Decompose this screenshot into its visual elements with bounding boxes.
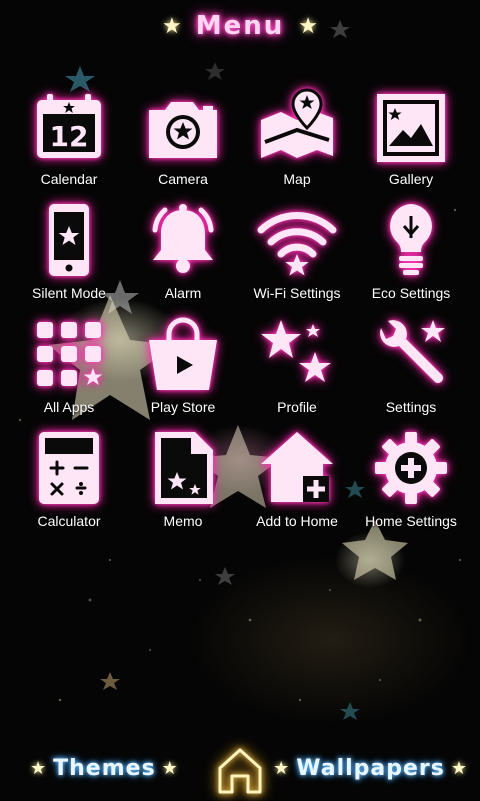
svg-text:12: 12 [50, 120, 89, 153]
app-label: Gallery [388, 171, 434, 187]
themes-label: Themes [53, 756, 156, 781]
wallpapers-label: Wallpapers [296, 756, 445, 781]
menu-header: ★ Menu ★ [0, 8, 480, 44]
wallpapers-button[interactable]: ★ Wallpapers ★ [273, 756, 468, 781]
bottom-bar: ★ Themes ★ ★ Wallpapers ★ [0, 740, 480, 800]
app-settings[interactable]: Settings [354, 312, 468, 426]
app-label: Eco Settings [371, 285, 451, 301]
app-alarm[interactable]: Alarm [126, 198, 240, 312]
app-calendar[interactable]: 12 Calendar [12, 84, 126, 198]
star-icon: ★ [162, 13, 182, 38]
bell-icon [143, 200, 223, 280]
calculator-icon [29, 428, 109, 508]
app-gallery[interactable]: Gallery [354, 84, 468, 198]
wifi-icon [257, 200, 337, 280]
app-profile[interactable]: Profile [240, 312, 354, 426]
app-wifi-settings[interactable]: Wi-Fi Settings [240, 198, 354, 312]
star-icon: ★ [161, 758, 179, 779]
phone-icon [29, 200, 109, 280]
map-icon [257, 86, 337, 166]
shopping-bag-icon [143, 314, 223, 394]
themes-button[interactable]: ★ Themes ★ [30, 756, 179, 781]
home-button[interactable] [214, 744, 266, 796]
app-camera[interactable]: Camera [126, 84, 240, 198]
app-silent-mode[interactable]: Silent Mode [12, 198, 126, 312]
page-title: Menu [195, 11, 285, 41]
star-icon: ★ [30, 758, 48, 779]
home-icon [218, 748, 262, 794]
gear-add-icon [371, 428, 451, 508]
app-eco-settings[interactable]: Eco Settings [354, 198, 468, 312]
wrench-icon [371, 314, 451, 394]
app-label: Alarm [164, 285, 202, 301]
stars-icon [257, 314, 337, 394]
app-label: Wi-Fi Settings [253, 285, 341, 301]
app-calculator[interactable]: Calculator [12, 426, 126, 540]
star-icon: ★ [298, 13, 318, 38]
star-icon: ★ [273, 758, 291, 779]
app-grid: 12 Calendar Camera Map Gallery Silent Mo… [12, 84, 468, 540]
app-label: Settings [385, 399, 437, 415]
document-icon [143, 428, 223, 508]
app-add-to-home[interactable]: Add to Home [240, 426, 354, 540]
grid-icon [29, 314, 109, 394]
app-label: Profile [277, 399, 317, 415]
app-all-apps[interactable]: All Apps [12, 312, 126, 426]
app-label: Play Store [150, 399, 216, 415]
app-play-store[interactable]: Play Store [126, 312, 240, 426]
lightbulb-icon [371, 200, 451, 280]
app-map[interactable]: Map [240, 84, 354, 198]
house-add-icon [257, 428, 337, 508]
calendar-icon: 12 [29, 86, 109, 166]
app-label: Calendar [40, 171, 98, 187]
app-label: Map [283, 171, 311, 187]
app-home-settings[interactable]: Home Settings [354, 426, 468, 540]
app-label: Camera [158, 171, 208, 187]
star-icon: ★ [450, 758, 468, 779]
gallery-icon [371, 86, 451, 166]
camera-icon [143, 86, 223, 166]
app-memo[interactable]: Memo [126, 426, 240, 540]
app-label: Silent Mode [32, 285, 106, 301]
app-label: Memo [163, 513, 203, 529]
app-label: Add to Home [256, 513, 338, 529]
app-label: All Apps [43, 399, 95, 415]
app-label: Calculator [37, 513, 101, 529]
app-label: Home Settings [365, 513, 457, 529]
